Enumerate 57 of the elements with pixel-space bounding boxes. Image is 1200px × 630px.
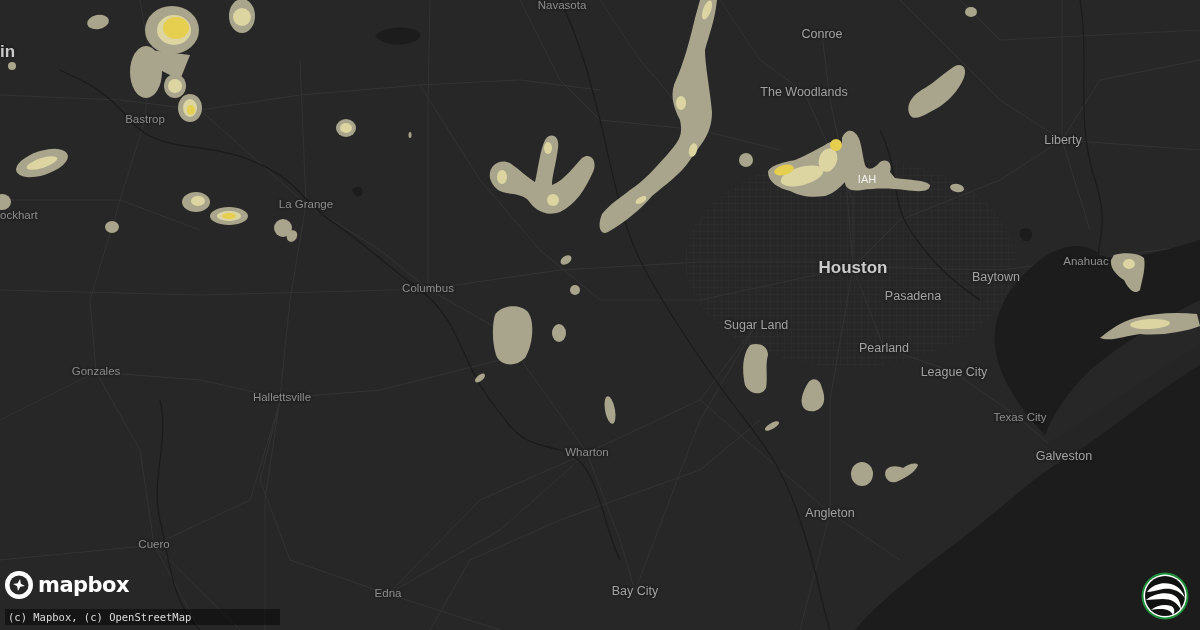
rain-cell: [87, 14, 109, 30]
place-label: Columbus: [402, 283, 454, 295]
place-label: Conroe: [801, 27, 843, 41]
rain-cell: [764, 421, 780, 431]
rain-cell: [210, 207, 248, 225]
logo-wordmark: mapbox: [38, 574, 130, 596]
rain-cell: [408, 132, 412, 138]
wave-logo-icon: [1141, 572, 1189, 620]
place-label: Angleton: [805, 506, 855, 520]
place-label: Anahuac: [1063, 256, 1109, 268]
airport-label: IAH: [857, 173, 877, 185]
place-label: Houston: [818, 258, 888, 276]
rain-cell: [336, 119, 356, 137]
rain-cell: [475, 373, 485, 383]
place-label: Baytown: [972, 270, 1020, 284]
place-label: Sugar Land: [723, 318, 789, 332]
place-label: Gonzales: [71, 366, 121, 378]
rain-cell: [105, 221, 119, 233]
rain-cell: [801, 379, 825, 412]
rain-cell: [885, 463, 918, 483]
rain-cell: [182, 192, 210, 212]
rain-cell: [965, 7, 977, 17]
place-label: Texas City: [993, 412, 1047, 424]
place-label: Edna: [374, 588, 402, 600]
rain-cell: [274, 219, 298, 242]
rain-cell: [560, 255, 572, 265]
place-label: ockhart: [0, 210, 38, 222]
rain-cell: [604, 396, 616, 424]
place-label: Navasota: [537, 0, 587, 12]
rain-cell: [16, 148, 68, 178]
rain-cell: [229, 0, 255, 33]
rain-cell: [570, 285, 580, 295]
place-label: Galveston: [1035, 449, 1093, 463]
place-label: Hallettsville: [252, 392, 312, 404]
rain-cell: [492, 306, 533, 365]
place-label: Liberty: [1044, 133, 1082, 147]
rain-cell: [552, 324, 566, 342]
rain-cell: [743, 343, 768, 394]
place-label: Pasadena: [884, 289, 942, 303]
place-label: Pearland: [859, 341, 909, 355]
place-label: The Woodlands: [760, 85, 848, 99]
place-label: Bay City: [611, 584, 659, 598]
rain-cell: [8, 62, 16, 70]
rain-cell: [851, 462, 873, 486]
place-label: in: [0, 42, 16, 60]
place-label: Cuero: [138, 539, 170, 551]
place-label: League City: [920, 365, 988, 379]
attribution-text: (c) Mapbox, (c) OpenStreetMap: [5, 609, 280, 625]
rain-cell: [0, 194, 11, 210]
logo-icon: [5, 571, 33, 599]
rain-cell: [739, 153, 753, 167]
place-label: La Grange: [278, 199, 334, 211]
place-label: Bastrop: [125, 114, 165, 126]
rain-cell: [950, 183, 964, 193]
rain-cell: [1110, 253, 1145, 293]
place-label: Wharton: [565, 447, 609, 459]
rain-cell: [908, 65, 966, 118]
